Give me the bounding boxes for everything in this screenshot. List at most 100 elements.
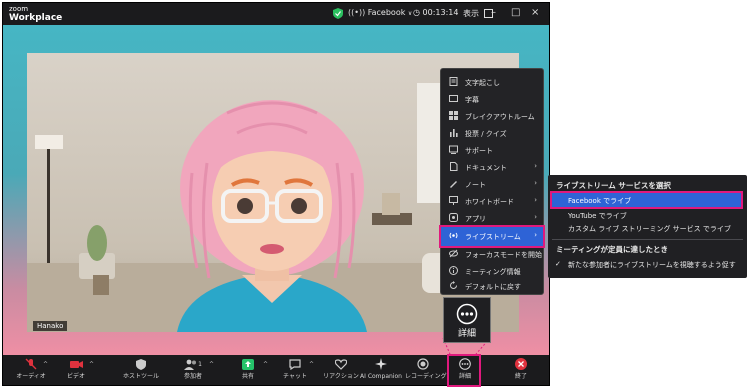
menu-item-label: ノート xyxy=(465,181,486,189)
ai-companion-label: AI Companion xyxy=(360,373,402,380)
audio-caret-icon[interactable]: ^ xyxy=(43,361,48,368)
menu-item-livestream[interactable]: ライブストリーム › xyxy=(439,225,545,248)
chat-caret-icon[interactable]: ^ xyxy=(309,361,314,368)
menu-item-label: 字幕 xyxy=(465,96,479,104)
menu-item-label: サポート xyxy=(465,147,493,155)
recording-button[interactable]: レコーディング xyxy=(405,355,447,385)
chevron-right-icon: › xyxy=(534,213,537,221)
mic-muted-icon xyxy=(25,358,37,370)
reactions-button[interactable]: リアクション xyxy=(323,355,359,385)
record-icon xyxy=(417,358,429,370)
option-label: カスタム ライブ ストリーミング サービス でライブ xyxy=(568,225,731,233)
chat-icon xyxy=(289,358,301,370)
shield-icon[interactable] xyxy=(333,8,343,19)
participants-label: 参加者 xyxy=(183,373,202,380)
minimize-button[interactable]: – xyxy=(491,7,496,18)
menu-item-label: ホワイトボード xyxy=(465,198,514,206)
document-icon xyxy=(449,77,458,86)
focus-icon xyxy=(449,249,458,258)
menu-item-label: フォーカスモードを開始 xyxy=(465,251,542,259)
sparkle-icon xyxy=(375,358,387,370)
option-label: YouTube でライブ xyxy=(568,212,627,220)
menu-item-apps[interactable]: アプリ › xyxy=(441,209,543,228)
video-caret-icon[interactable]: ^ xyxy=(89,361,94,368)
menu-item-label: ブレイクアウトルーム xyxy=(465,113,535,121)
chevron-down-icon: ∨ xyxy=(407,10,413,17)
title-bar: zoom Workplace ((•)) Facebook ∨ ◷ 00:13:… xyxy=(3,3,549,25)
share-label: 共有 xyxy=(241,373,254,380)
end-icon xyxy=(515,358,527,370)
chevron-right-icon: › xyxy=(534,231,537,239)
more-dots-icon xyxy=(456,303,478,325)
support-icon xyxy=(449,145,458,154)
option-label: 新たな参加者にライブストリームを視聴するよう促す xyxy=(568,261,736,269)
chat-label: チャット xyxy=(283,373,307,380)
video-label: ビデオ xyxy=(66,373,85,380)
audio-button[interactable]: オーディオ xyxy=(13,355,49,385)
view-button[interactable]: 表示 xyxy=(463,8,493,19)
participant-name-tag: Hanako xyxy=(33,321,68,331)
option-youtube-live[interactable]: YouTube でライブ xyxy=(552,208,741,222)
livestream-submenu: ライブストリーム サービスを選択 Facebook でライブ YouTube で… xyxy=(548,175,747,278)
clock-icon: ◷ xyxy=(413,8,420,17)
live-wave-icon: ((•)) xyxy=(348,8,366,17)
participant-count: 1 xyxy=(198,360,202,368)
info-icon xyxy=(449,266,458,275)
chat-button[interactable]: チャット xyxy=(281,355,309,385)
menu-item-label: デフォルトに戻す xyxy=(465,283,521,291)
menu-item-label: アプリ xyxy=(465,215,486,223)
submenu-heading-service: ライブストリーム サービスを選択 xyxy=(556,181,671,190)
audio-label: オーディオ xyxy=(16,373,46,380)
chart-icon xyxy=(450,129,458,137)
option-prompt-livestream[interactable]: ✓ 新たな参加者にライブストリームを視聴するよう促す xyxy=(552,257,741,271)
reset-icon xyxy=(450,281,457,289)
menu-item-label: ミーティング情報 xyxy=(465,268,521,276)
reactions-label: リアクション xyxy=(323,373,359,380)
share-button[interactable]: 共有 xyxy=(235,355,261,385)
stream-service-label: Facebook xyxy=(367,8,406,17)
host-tools-label: ホストツール xyxy=(122,373,159,380)
more-button-callout: 詳細 xyxy=(443,297,491,343)
submenu-divider xyxy=(552,239,743,240)
close-window-button[interactable]: × xyxy=(531,7,539,18)
check-icon: ✓ xyxy=(555,260,561,268)
maximize-button[interactable]: □ xyxy=(511,7,520,18)
menu-item-label: 文字起こし xyxy=(465,79,500,87)
zoom-logo: zoom Workplace xyxy=(9,5,62,23)
stream-status[interactable]: ((•)) Facebook ∨ xyxy=(348,8,412,17)
option-facebook-live[interactable]: Facebook でライブ xyxy=(550,191,743,209)
ai-companion-button[interactable]: AI Companion xyxy=(359,355,403,385)
option-label: Facebook でライブ xyxy=(568,197,632,205)
heart-icon xyxy=(335,358,347,370)
note-icon xyxy=(450,181,457,188)
video-button[interactable]: ビデオ xyxy=(59,355,93,385)
view-label: 表示 xyxy=(463,9,479,18)
menu-item-reset-default[interactable]: デフォルトに戻す xyxy=(441,277,543,296)
chevron-right-icon: › xyxy=(534,162,537,170)
menu-item-label: ドキュメント xyxy=(465,164,507,172)
participants-button[interactable]: 1 参加者 xyxy=(177,355,209,385)
live-icon xyxy=(449,232,458,239)
apps-icon xyxy=(449,213,458,222)
end-button[interactable]: 終了 xyxy=(509,355,533,385)
participant-name: Hanako xyxy=(37,322,64,330)
submenu-heading-capacity: ミーティングが定員に達したとき xyxy=(556,245,669,254)
share-icon xyxy=(242,358,254,370)
participants-caret-icon[interactable]: ^ xyxy=(209,361,214,368)
whiteboard-icon xyxy=(449,196,458,205)
camera-off-icon xyxy=(69,361,83,368)
share-caret-icon[interactable]: ^ xyxy=(263,361,268,368)
recording-label: レコーディング xyxy=(405,373,447,380)
chevron-right-icon: › xyxy=(534,196,537,204)
chevron-right-icon: › xyxy=(534,179,537,187)
timer-value: 00:13:14 xyxy=(422,8,459,17)
host-tools-button[interactable]: ホストツール xyxy=(119,355,163,385)
logo-workplace: Workplace xyxy=(9,13,63,23)
more-button-highlight xyxy=(447,354,481,387)
menu-item-label: ライブストリーム xyxy=(465,233,521,241)
meeting-timer: ◷ 00:13:14 xyxy=(413,8,458,17)
captions-icon xyxy=(449,95,458,102)
callout-label: 詳細 xyxy=(457,329,476,339)
option-custom-live[interactable]: カスタム ライブ ストリーミング サービス でライブ xyxy=(552,221,741,235)
more-menu: 文字起こし 字幕 ブレイクアウトルーム 投票 / クイズ サポート ドキュメント… xyxy=(439,68,545,296)
